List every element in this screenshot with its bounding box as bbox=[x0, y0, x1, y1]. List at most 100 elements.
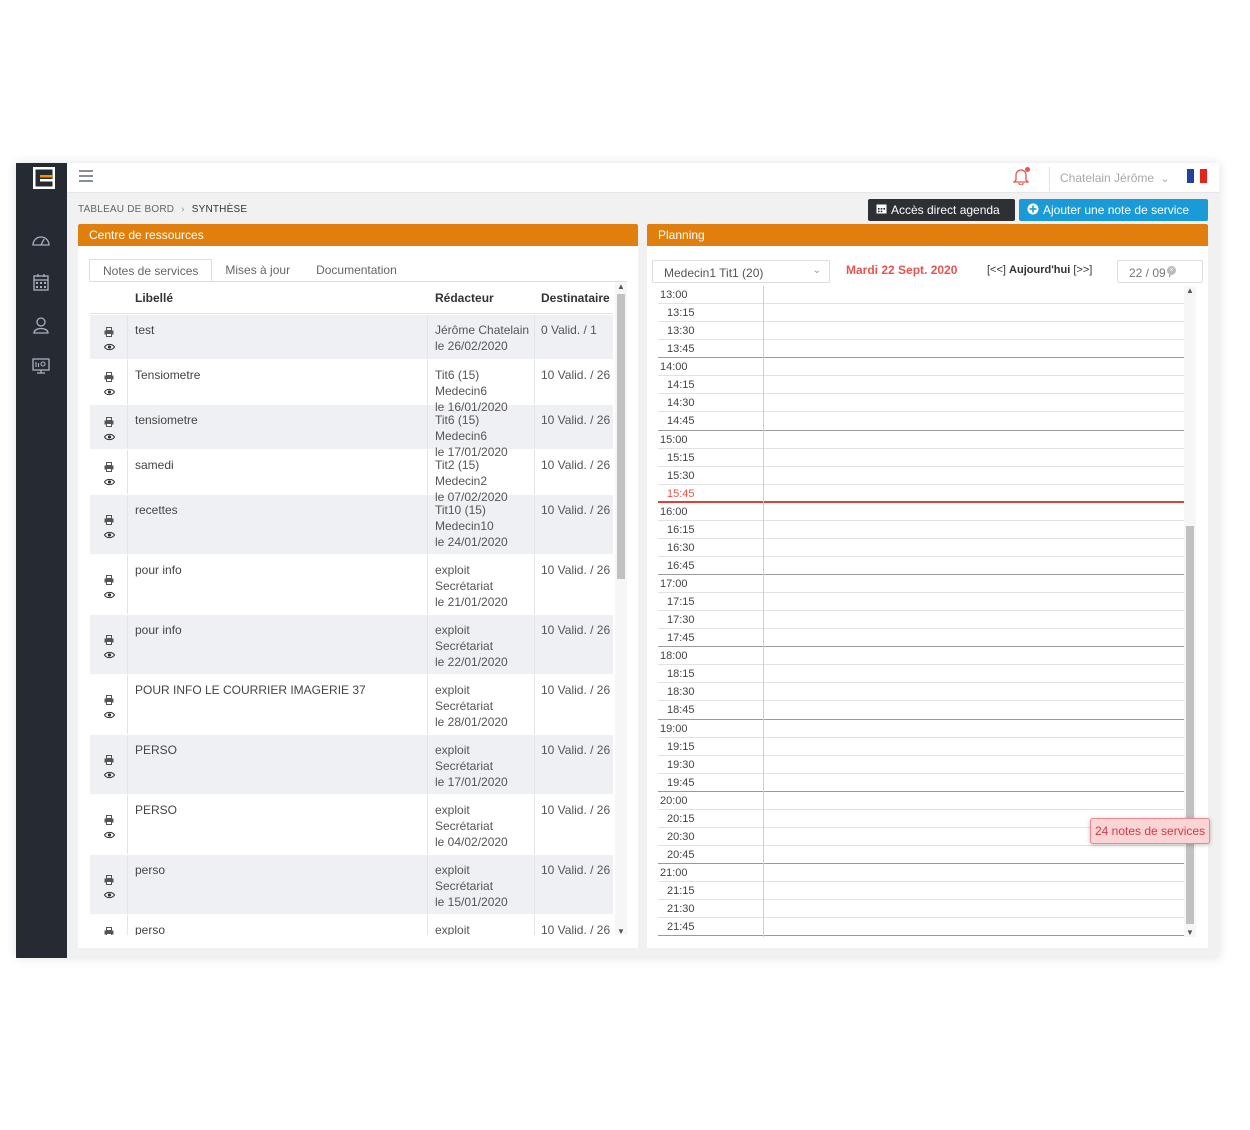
time-slot[interactable]: 17:45 bbox=[658, 629, 1184, 648]
scroll-up-icon[interactable]: ▲ bbox=[617, 282, 625, 291]
user-menu[interactable]: Chatelain Jérôme ⌄ bbox=[1060, 171, 1170, 185]
time-slot[interactable]: 13:15 bbox=[658, 304, 1184, 323]
add-note-button[interactable]: Ajouter une note de service bbox=[1019, 199, 1208, 221]
time-slot[interactable]: 17:00 bbox=[658, 575, 1184, 594]
table-row[interactable]: samedi Tit2 (15) Medecin2 le 07/02/2020 10 … bbox=[90, 450, 613, 504]
table-row[interactable]: test Jérôme Chatelain le 26/02/2020 0 Valid… bbox=[90, 315, 613, 360]
dashboard-icon[interactable] bbox=[30, 229, 52, 251]
scroll-up-icon[interactable]: ▲ bbox=[1186, 286, 1194, 295]
resource-select[interactable]: Medecin1 Tit1 (20) ⌄ bbox=[652, 260, 830, 283]
view-icon[interactable] bbox=[103, 429, 115, 441]
print-icon[interactable] bbox=[104, 753, 114, 765]
time-slot[interactable]: 21:00 bbox=[658, 864, 1184, 883]
scroll-down-icon[interactable]: ▼ bbox=[1186, 928, 1194, 937]
print-icon[interactable] bbox=[104, 415, 114, 427]
table-row[interactable]: Tensiometre Tit6 (15) Medecin6 le 16/01/20… bbox=[90, 360, 613, 414]
time-slot[interactable]: 13:45 bbox=[658, 340, 1184, 359]
users-icon[interactable] bbox=[30, 314, 52, 336]
time-slot[interactable]: 18:30 bbox=[658, 683, 1184, 702]
time-slot[interactable]: 19:30 bbox=[658, 756, 1184, 774]
nav-today-button[interactable]: Aujourd'hui bbox=[1009, 264, 1070, 276]
print-icon[interactable] bbox=[104, 813, 114, 825]
view-icon[interactable] bbox=[103, 827, 115, 838]
table-row[interactable]: perso exploit 10 Valid. / 26 bbox=[90, 915, 613, 935]
time-slot[interactable]: 21:30 bbox=[658, 900, 1184, 919]
time-slot[interactable]: 21:15 bbox=[658, 882, 1184, 901]
agenda-access-button[interactable]: Accès direct agenda bbox=[868, 199, 1015, 221]
tab-mises-a-jour[interactable]: Mises à jour bbox=[212, 259, 303, 282]
time-slot[interactable]: 19:00 bbox=[658, 720, 1184, 738]
print-icon[interactable] bbox=[104, 693, 114, 705]
table-row[interactable]: PERSO exploit Secrétariat le 04/02/2020 10 V… bbox=[90, 795, 613, 855]
time-slot[interactable]: 16:00 bbox=[658, 503, 1184, 521]
view-icon[interactable] bbox=[103, 647, 115, 658]
view-icon[interactable] bbox=[103, 707, 115, 718]
scrollbar-thumb[interactable] bbox=[617, 294, 625, 579]
table-row[interactable]: POUR INFO LE COURRIER IMAGERIE 37 exploit… bbox=[90, 675, 613, 735]
time-slot[interactable]: 14:00 bbox=[658, 358, 1184, 377]
breadcrumb-dashboard[interactable]: TABLEAU DE BORD bbox=[78, 204, 174, 215]
view-icon[interactable] bbox=[103, 474, 115, 486]
time-slot[interactable]: 19:15 bbox=[658, 738, 1184, 756]
time-slot[interactable]: 15:00 bbox=[658, 431, 1184, 449]
nav-prev-button[interactable]: [<<] bbox=[987, 264, 1006, 276]
tab-documentation[interactable]: Documentation bbox=[303, 259, 410, 282]
tab-notes-services[interactable]: Notes de services bbox=[89, 259, 213, 282]
time-slot[interactable]: 15:15 bbox=[658, 449, 1184, 467]
monitor-settings-icon[interactable] bbox=[30, 355, 52, 377]
time-slot[interactable]: 17:15 bbox=[658, 593, 1184, 612]
time-slot[interactable]: 16:30 bbox=[658, 539, 1184, 557]
print-icon[interactable] bbox=[104, 573, 114, 585]
scrollbar-thumb[interactable] bbox=[1186, 526, 1194, 924]
date-input[interactable]: 22 / 09 / × bbox=[1117, 260, 1203, 283]
print-icon[interactable] bbox=[104, 925, 114, 935]
table-row[interactable]: recettes Tit10 (15) Medecin10 le 24/01/2020… bbox=[90, 495, 613, 555]
language-flag-icon[interactable] bbox=[1187, 169, 1208, 183]
time-slot[interactable]: 20:00 bbox=[658, 792, 1184, 810]
table-row[interactable]: perso exploit Secrétariat le 15/01/2020 10 V… bbox=[90, 855, 613, 915]
view-icon[interactable] bbox=[103, 587, 115, 598]
header-libelle[interactable]: Libellé bbox=[128, 282, 428, 313]
notes-count-badge[interactable]: 24 notes de services bbox=[1090, 818, 1211, 844]
time-slot[interactable]: 13:00 bbox=[658, 286, 1184, 305]
table-row[interactable]: pour info exploit Secrétariat le 22/01/2020… bbox=[90, 615, 613, 675]
table-row[interactable]: PERSO exploit Secrétariat le 17/01/2020 10 V… bbox=[90, 735, 613, 795]
time-slot[interactable]: 14:30 bbox=[658, 394, 1184, 413]
print-icon[interactable] bbox=[104, 370, 114, 382]
table-row[interactable]: tensiometre Tit6 (15) Medecin6 le 17/01/20… bbox=[90, 405, 613, 459]
time-slot[interactable]: 17:30 bbox=[658, 611, 1184, 630]
view-icon[interactable] bbox=[103, 527, 115, 538]
print-icon[interactable] bbox=[104, 513, 114, 525]
view-icon[interactable] bbox=[103, 384, 115, 396]
notification-bell-icon[interactable] bbox=[1012, 167, 1031, 187]
scroll-down-icon[interactable]: ▼ bbox=[617, 927, 625, 935]
print-icon[interactable] bbox=[104, 873, 114, 885]
time-slot[interactable]: 19:45 bbox=[658, 774, 1184, 792]
table-scrollbar[interactable]: ▲ ▼ bbox=[615, 282, 627, 935]
view-icon[interactable] bbox=[103, 339, 115, 351]
time-slot[interactable]: 13:30 bbox=[658, 322, 1184, 341]
print-icon[interactable] bbox=[104, 325, 114, 337]
time-slot[interactable]: 16:45 bbox=[658, 557, 1184, 575]
time-slot[interactable]: 20:45 bbox=[658, 846, 1184, 864]
time-slot[interactable]: 15:45 bbox=[658, 485, 1184, 503]
time-slot[interactable]: 14:15 bbox=[658, 376, 1184, 395]
table-row[interactable]: pour info exploit Secrétariat le 21/01/2020… bbox=[90, 555, 613, 615]
print-icon[interactable] bbox=[104, 460, 114, 472]
menu-toggle-icon[interactable] bbox=[79, 170, 93, 184]
header-redacteur[interactable]: Rédacteur bbox=[428, 282, 535, 313]
view-icon[interactable] bbox=[103, 887, 115, 898]
time-slot[interactable]: 14:45 bbox=[658, 412, 1184, 431]
time-slot[interactable]: 18:45 bbox=[658, 701, 1184, 720]
calendar-icon[interactable] bbox=[30, 271, 52, 293]
time-slot[interactable]: 16:15 bbox=[658, 521, 1184, 539]
print-icon[interactable] bbox=[104, 633, 114, 645]
header-destinataire[interactable]: Destinataire bbox=[535, 282, 613, 313]
time-slot[interactable]: 21:45 bbox=[658, 918, 1184, 937]
app-logo[interactable] bbox=[32, 166, 56, 190]
time-slot[interactable]: 18:00 bbox=[658, 647, 1184, 666]
clear-date-icon[interactable]: × bbox=[1167, 266, 1176, 275]
view-icon[interactable] bbox=[103, 767, 115, 778]
time-slot[interactable]: 15:30 bbox=[658, 467, 1184, 485]
time-slot[interactable]: 18:15 bbox=[658, 665, 1184, 684]
